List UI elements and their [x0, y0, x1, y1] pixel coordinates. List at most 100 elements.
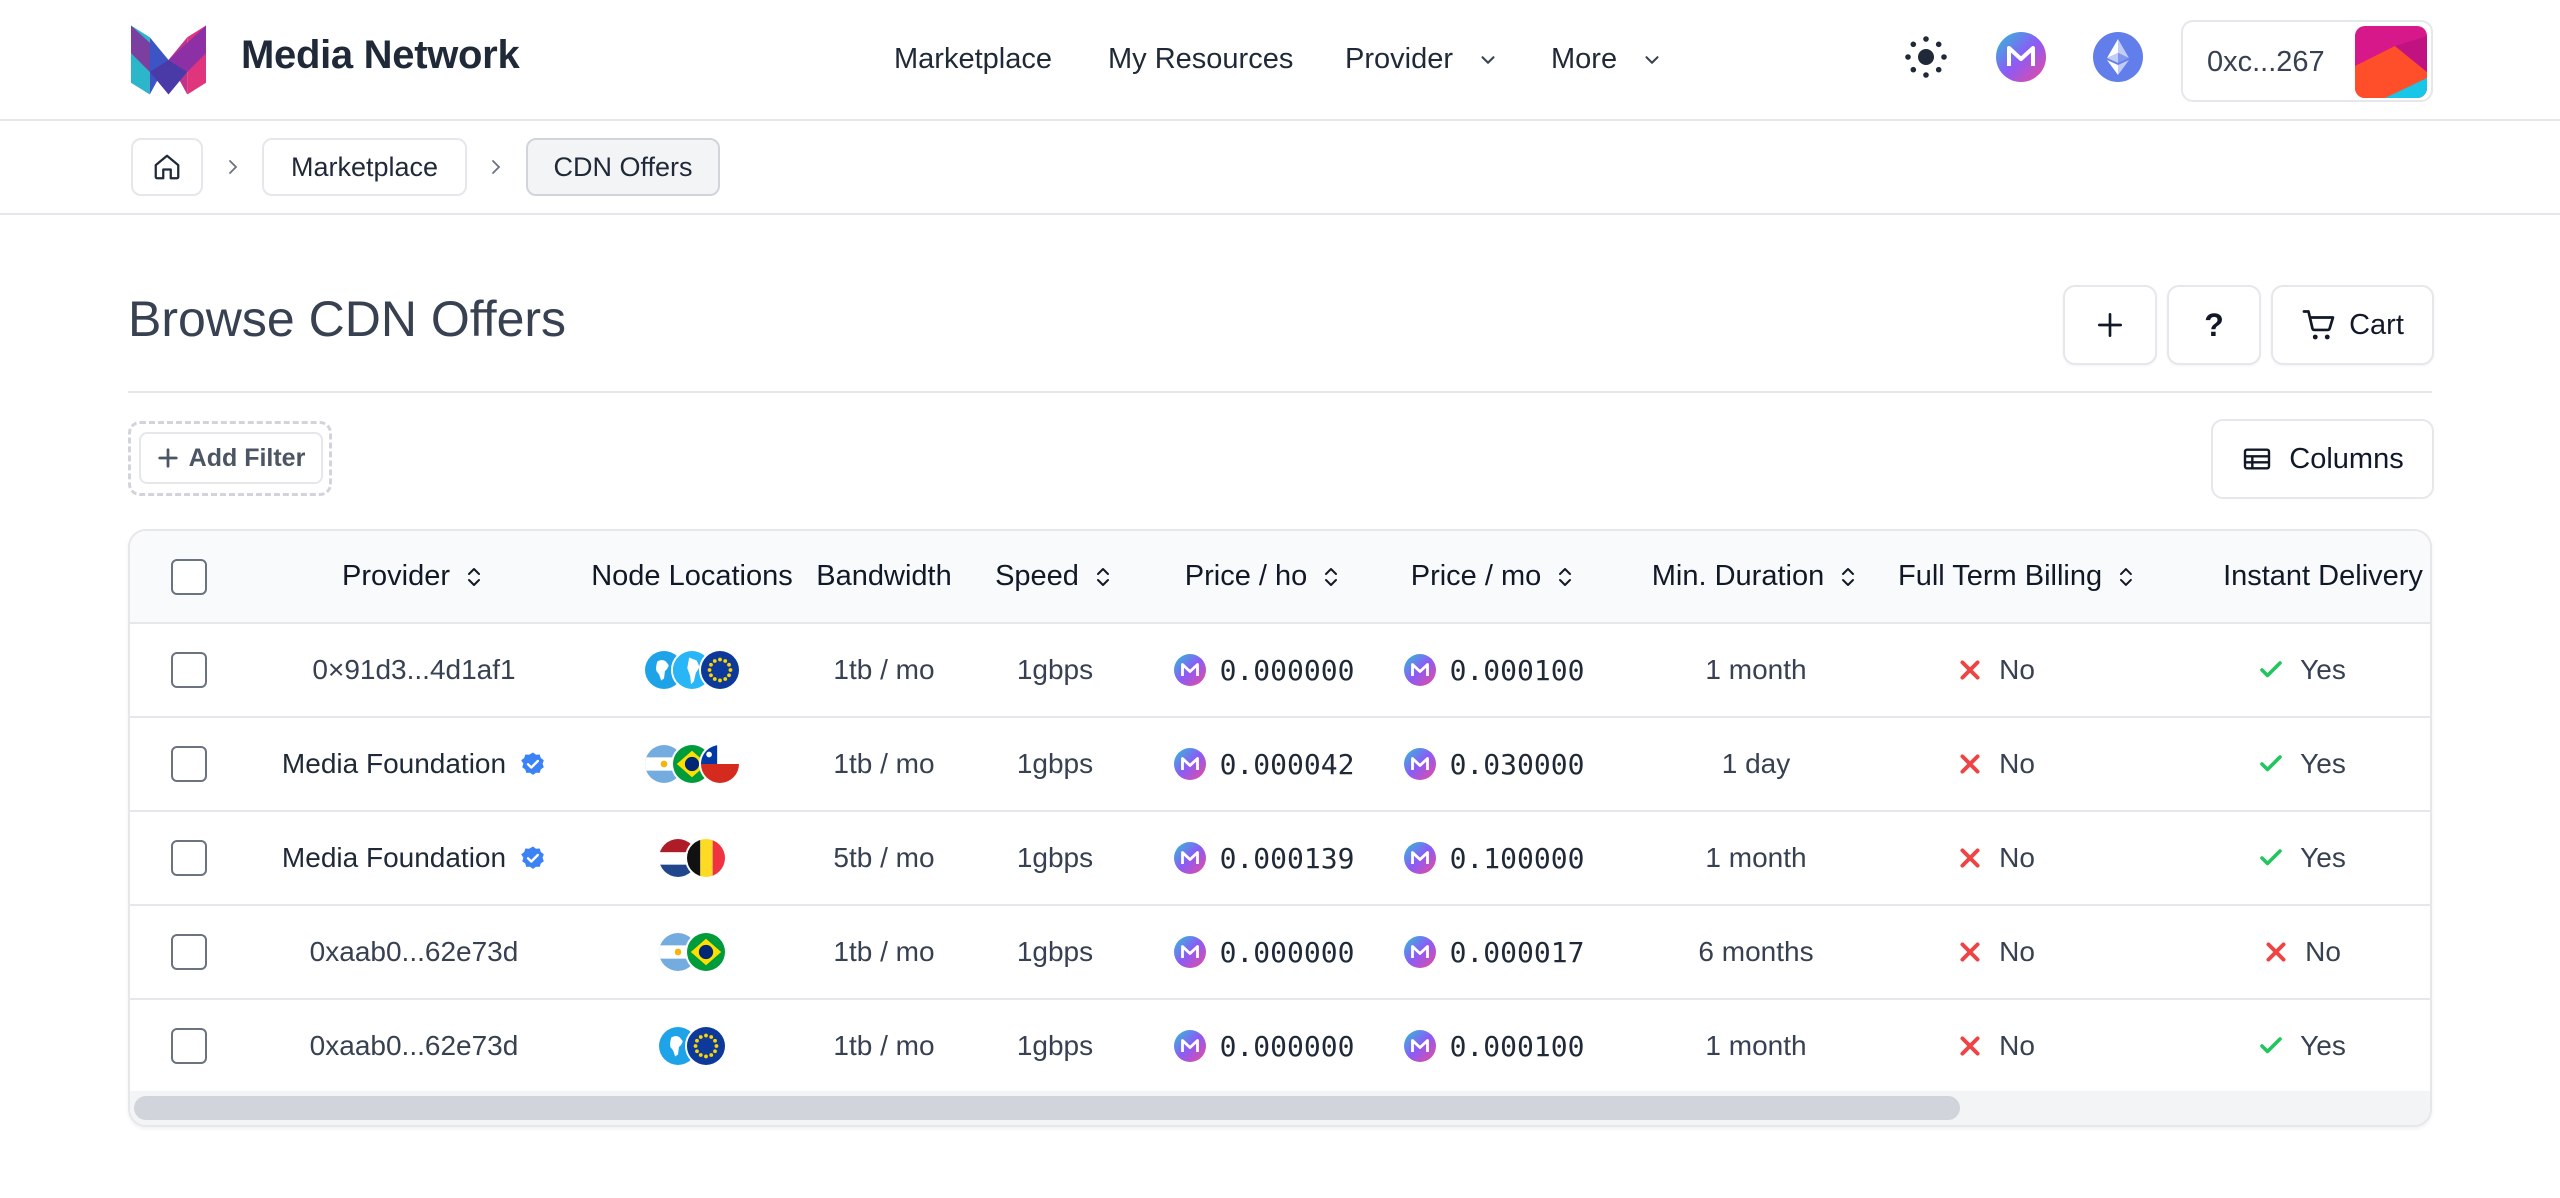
provider-cell[interactable]: 0xaab0...62e73d: [264, 1000, 564, 1092]
media-token-icon: [1403, 654, 1436, 686]
full-term-billing-cell: No: [1926, 718, 2066, 810]
cart-button[interactable]: Cart: [2271, 285, 2434, 365]
flag-image: [687, 933, 725, 971]
bandwidth-cell: 1tb / mo: [794, 624, 974, 716]
media-network-logo[interactable]: [131, 25, 206, 95]
price-per-hour-cell: 0.000042: [1149, 718, 1379, 810]
flag-image: [701, 651, 739, 689]
min-duration-value: 1 month: [1705, 654, 1807, 685]
column-header-label: Price / ho: [1184, 560, 1308, 592]
price-per-hour-cell: 0.000139: [1149, 812, 1379, 904]
provider-name[interactable]: 0xaab0...62e73d: [310, 1030, 519, 1062]
price-per-month-value: 0.000017: [1449, 935, 1585, 969]
provider-cell[interactable]: Media Foundation: [264, 718, 564, 810]
table-row[interactable]: Media Foundation 1tb / mo 1gbps 0.000042 0.0…: [130, 718, 2430, 812]
breadcrumb-home[interactable]: [131, 138, 203, 196]
row-checkbox[interactable]: [171, 1028, 207, 1064]
row-checkbox[interactable]: [171, 840, 207, 876]
row-checkbox[interactable]: [171, 652, 207, 688]
column-header-min-duration[interactable]: Min. Duration: [1636, 531, 1876, 622]
select-all-checkbox[interactable]: [171, 558, 207, 595]
provider-cell[interactable]: 0×91d3...4d1af1: [264, 624, 564, 716]
nav-marketplace[interactable]: Marketplace: [894, 43, 1052, 76]
instant-delivery-value: Yes: [2300, 748, 2346, 779]
full-term-billing-cell: No: [1926, 1000, 2066, 1092]
provider-cell[interactable]: Media Foundation: [264, 812, 564, 904]
table-row[interactable]: 0×91d3...4d1af1 1tb / mo 1gbps 0.000000 0.00…: [130, 624, 2430, 718]
column-header-full-term-billing[interactable]: Full Term Billing: [1898, 531, 2138, 622]
min-duration-cell: 1 day: [1646, 718, 1866, 810]
min-duration-cell: 6 months: [1646, 906, 1866, 998]
add-filter-label: Add Filter: [188, 443, 306, 472]
flag-image: [701, 745, 739, 783]
breadcrumb-marketplace[interactable]: Marketplace: [262, 138, 467, 196]
speed-value: 1gbps: [1016, 654, 1094, 685]
provider-cell[interactable]: 0xaab0...62e73d: [264, 906, 564, 998]
network-selector-button[interactable]: [2089, 28, 2147, 86]
media-token-icon: [1173, 654, 1206, 686]
media-token-button[interactable]: [1992, 28, 2050, 86]
breadcrumb-cdn-offers[interactable]: CDN Offers: [526, 138, 720, 196]
media-token-icon: [1173, 748, 1206, 780]
columns-label: Columns: [2289, 442, 2404, 475]
min-duration-value: 6 months: [1698, 936, 1814, 967]
table-row[interactable]: 0xaab0...62e73d 1tb / mo 1gbps 0.000000 0.00…: [130, 1000, 2430, 1094]
row-checkbox[interactable]: [171, 746, 207, 782]
min-duration-value: 1 month: [1705, 1030, 1807, 1061]
price-per-month-cell: 0.100000: [1379, 812, 1609, 904]
bandwidth-value: 1tb / mo: [833, 748, 935, 779]
wallet-button[interactable]: 0xc...267: [2181, 20, 2433, 102]
full-term-billing-cell: No: [1926, 906, 2066, 998]
sort-icon: [1325, 567, 1338, 586]
table-row[interactable]: Media Foundation 5tb / mo 1gbps 0.000139 0.1…: [130, 812, 2430, 906]
min-duration-cell: 1 month: [1646, 624, 1866, 716]
brand-name[interactable]: Media Network: [241, 33, 520, 78]
column-header-label: Speed: [995, 560, 1079, 592]
nav-more-label: More: [1551, 43, 1618, 75]
nav-provider-dropdown[interactable]: Provider: [1345, 43, 1499, 76]
table-row[interactable]: 0xaab0...62e73d 1tb / mo 1gbps 0.000000 0.00…: [130, 906, 2430, 1000]
nav-my-resources[interactable]: My Resources: [1108, 43, 1293, 76]
add-filter-button[interactable]: Add Filter: [139, 432, 323, 484]
page-title: Browse CDN Offers: [128, 291, 567, 347]
header-divider: [128, 391, 2432, 393]
column-header-provider[interactable]: Provider: [294, 531, 534, 622]
chevron-down-icon: [1645, 55, 1659, 64]
column-header-price-ho[interactable]: Price / ho: [1144, 531, 1384, 622]
provider-name[interactable]: 0xaab0...62e73d: [310, 936, 519, 968]
horizontal-scrollbar[interactable]: [130, 1091, 2430, 1125]
cross-icon: [1960, 942, 1980, 962]
price-per-month-value: 0.000100: [1449, 1029, 1585, 1063]
nav-more-dropdown[interactable]: More: [1551, 43, 1663, 76]
full-term-billing-cell: No: [1926, 624, 2066, 716]
media-token-icon: [1173, 1030, 1206, 1062]
price-per-month-cell: 0.000100: [1379, 624, 1609, 716]
media-token-icon: [1403, 936, 1436, 968]
row-checkbox[interactable]: [171, 934, 207, 970]
speed-cell: 1gbps: [965, 624, 1145, 716]
columns-button[interactable]: Columns: [2211, 419, 2434, 499]
check-icon: [2260, 849, 2282, 866]
provider-name[interactable]: 0×91d3...4d1af1: [312, 654, 515, 686]
columns-icon: [2244, 448, 2271, 470]
provider-name[interactable]: Media Foundation: [282, 842, 506, 874]
node-locations-cell: [592, 812, 792, 904]
column-header-price-mo[interactable]: Price / mo: [1374, 531, 1614, 622]
bandwidth-value: 5tb / mo: [833, 842, 935, 873]
row-select-cell: [159, 718, 219, 810]
speed-value: 1gbps: [1016, 936, 1094, 967]
media-token-icon: [1996, 32, 2046, 82]
plus-icon: [158, 448, 178, 468]
instant-delivery-value: No: [2305, 936, 2341, 967]
price-per-hour-value: 0.000000: [1219, 653, 1355, 687]
cross-icon: [1960, 660, 1980, 680]
column-header-speed[interactable]: Speed: [935, 531, 1175, 622]
theme-toggle-button[interactable]: [1897, 28, 1955, 86]
instant-delivery-cell: No: [2232, 906, 2372, 998]
scrollbar-thumb[interactable]: [134, 1096, 1960, 1120]
full-term-billing-value: No: [1999, 654, 2035, 685]
price-per-month-cell: 0.000100: [1379, 1000, 1609, 1092]
provider-name[interactable]: Media Foundation: [282, 748, 506, 780]
add-offer-button[interactable]: [2063, 285, 2157, 365]
help-button[interactable]: ?: [2167, 285, 2261, 365]
